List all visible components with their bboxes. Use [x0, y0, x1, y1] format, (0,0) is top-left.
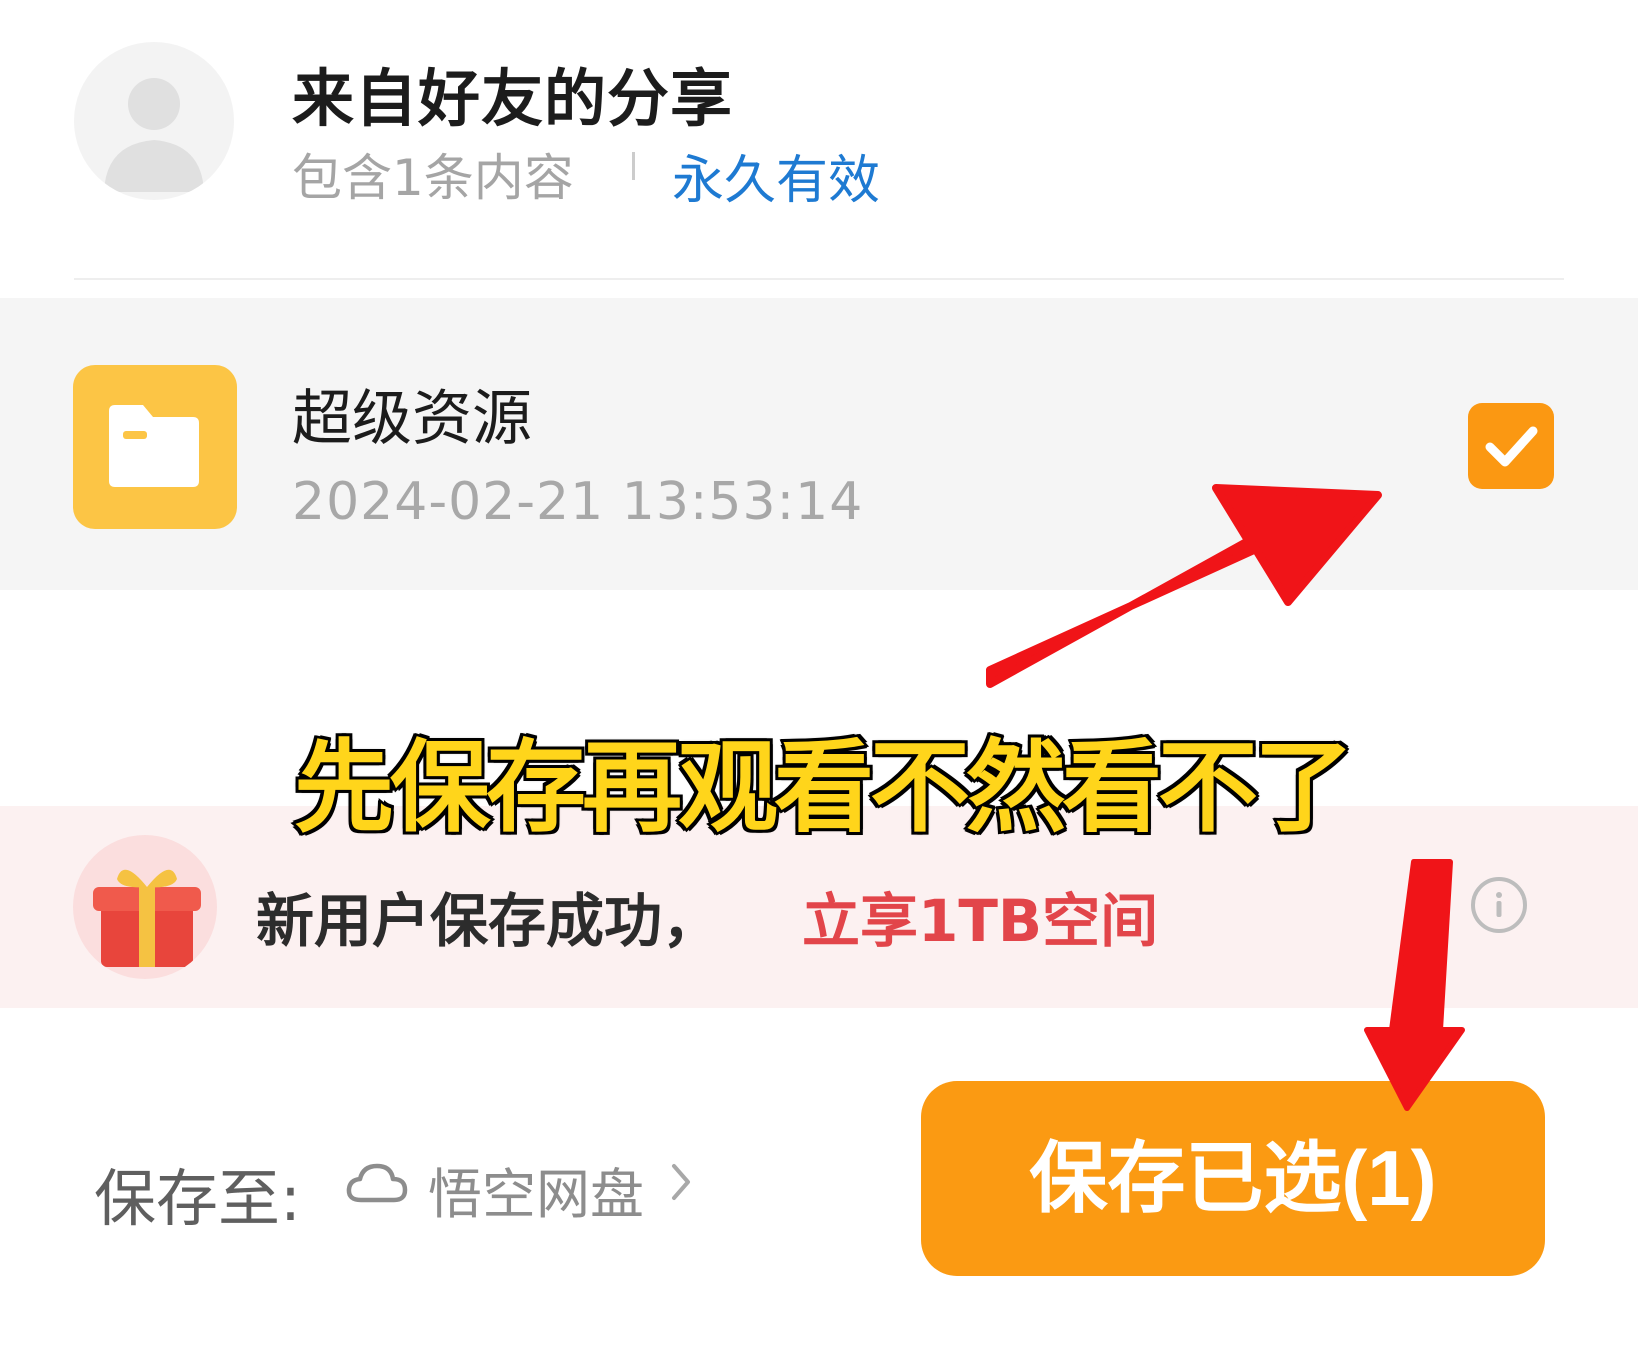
- save-to-label: 保存至:: [94, 1162, 301, 1235]
- promo-highlight[interactable]: 立享1TB空间: [802, 874, 1158, 958]
- file-checkbox[interactable]: [1468, 403, 1554, 489]
- meta-separator: [632, 152, 635, 180]
- cloud-icon: [346, 1163, 408, 1203]
- chevron-right-icon[interactable]: [668, 1160, 696, 1204]
- file-name: 超级资源: [292, 384, 532, 454]
- drive-selector[interactable]: 悟空网盘: [428, 1150, 644, 1229]
- header-divider: [74, 278, 1564, 280]
- checkmark-icon: [1485, 426, 1538, 467]
- promo-text: 新用户保存成功，: [256, 887, 721, 955]
- folder-icon: [73, 365, 237, 529]
- gift-icon: [73, 835, 217, 979]
- share-title: 来自好友的分享: [292, 62, 734, 135]
- user-silhouette-icon: [104, 78, 204, 192]
- file-row[interactable]: [0, 298, 1638, 590]
- avatar: [74, 42, 234, 200]
- overlay-caption: 先保存再观看不然看不了: [292, 727, 1357, 849]
- share-item-count: 包含1条内容: [292, 149, 574, 207]
- save-selected-button[interactable]: 保存已选(1): [921, 1081, 1545, 1276]
- info-icon[interactable]: [1471, 877, 1527, 933]
- share-validity: 永久有效: [672, 151, 881, 211]
- save-button-label: 保存已选(1): [1029, 1134, 1437, 1222]
- file-timestamp: 2024-02-21 13:53:14: [292, 472, 864, 532]
